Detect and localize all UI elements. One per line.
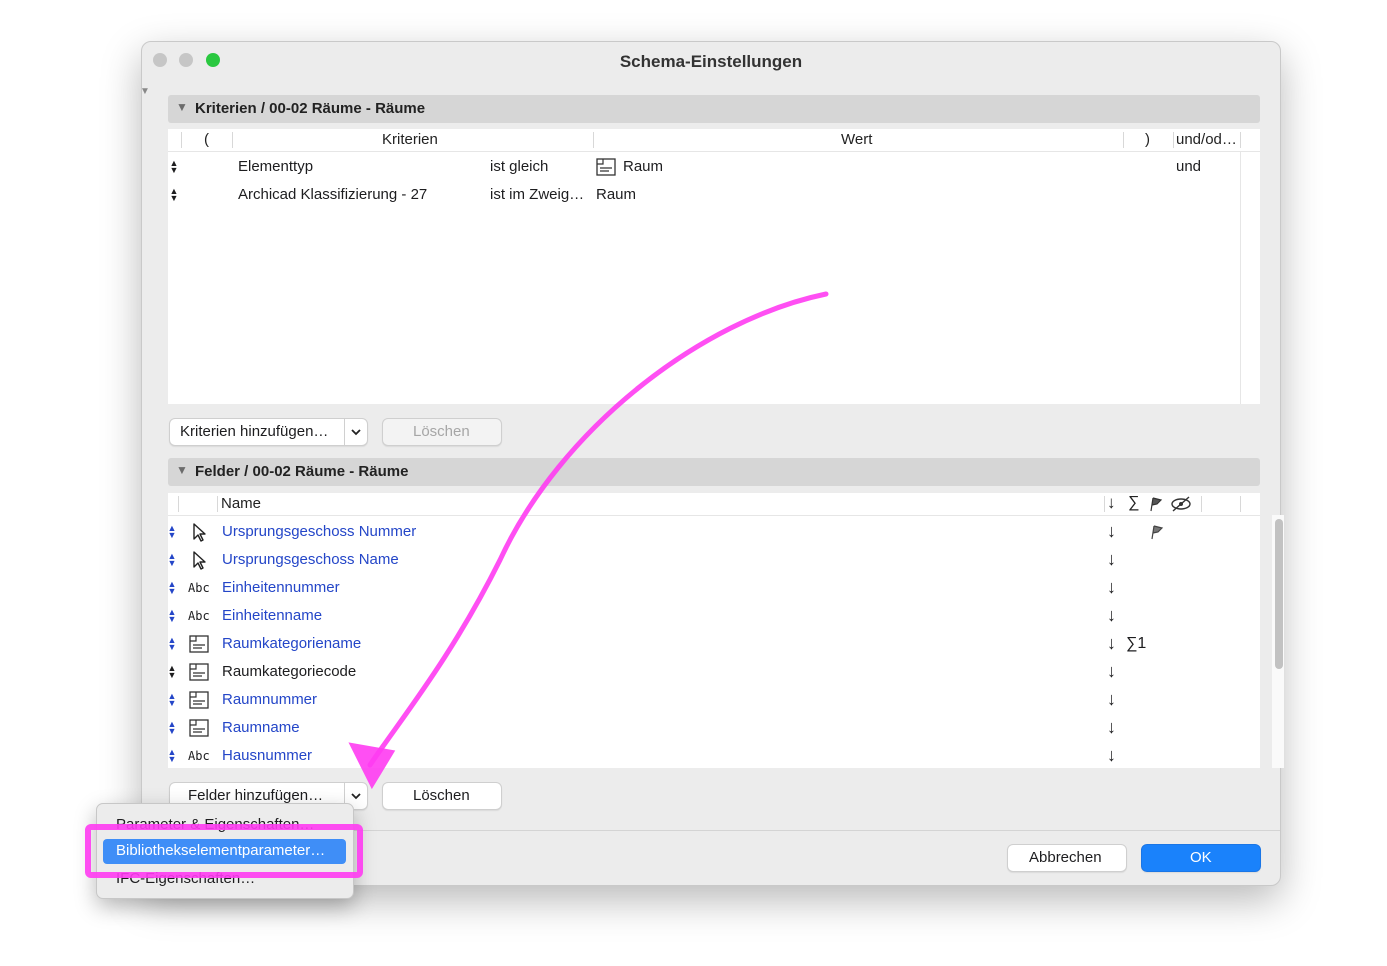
reorder-handle-icon[interactable]: ▲ ▼ — [167, 552, 177, 568]
sort-arrow-icon[interactable]: ↓ — [1107, 745, 1116, 766]
sort-arrow-icon[interactable]: ↓ — [1107, 661, 1116, 682]
add-criteria-button[interactable]: Kriterien hinzufügen… — [169, 418, 368, 446]
add-fields-dropdown-menu: Parameter & Eigenschaften… Bibliotheksel… — [96, 803, 354, 899]
criteria-and-or[interactable]: und — [1176, 158, 1201, 175]
hidden-eye-icon[interactable] — [1170, 496, 1192, 512]
sort-column-icon[interactable]: ↓ — [1107, 493, 1116, 513]
resize-triangle-icon: ▼ — [140, 86, 150, 97]
open-paren-column[interactable]: ( — [204, 131, 209, 148]
chevron-down-icon[interactable] — [344, 419, 367, 445]
field-row[interactable]: ▲ ▼ Raumkategoriecode ↓ — [168, 659, 1268, 685]
field-row[interactable]: ▲ ▼ Ursprungsgeschoss Name ↓ — [168, 547, 1268, 573]
cursor-arrow-icon — [191, 550, 207, 575]
field-row[interactable]: ▲ ▼ Abc Hausnummer ↓ — [168, 743, 1268, 769]
reorder-handle-icon[interactable]: ▲ ▼ — [167, 664, 177, 680]
abc-text-icon: Abc — [188, 581, 210, 595]
criteria-section-title: Kriterien / 00-02 Räume - Räume — [195, 100, 426, 117]
field-name[interactable]: Raumnummer — [222, 691, 317, 708]
and-or-column[interactable]: und/od… — [1176, 131, 1237, 148]
fields-table: Name ↓ ∑ ▲ ▼ Ursprungsgeschoss Nummer ↓ ▲ ▼ Ur… — [168, 493, 1284, 768]
field-name[interactable]: Raumkategoriecode — [222, 663, 356, 680]
criteria-name: Elementtyp — [238, 158, 314, 175]
field-row[interactable]: ▲ ▼ Raumnummer ↓ — [168, 687, 1268, 713]
reorder-handle-icon[interactable]: ▲ ▼ — [167, 636, 177, 652]
reorder-handle-icon[interactable]: ▲ ▼ — [169, 187, 179, 203]
flag-icon[interactable] — [1149, 524, 1165, 540]
field-name[interactable]: Raumname — [222, 719, 300, 736]
ok-button[interactable]: OK — [1141, 844, 1261, 872]
close-paren-column[interactable]: ) — [1145, 131, 1150, 148]
title-bar: Schema-Einstellungen — [142, 42, 1280, 80]
field-row[interactable]: ▲ ▼ Ursprungsgeschoss Nummer ↓ — [168, 519, 1268, 545]
menu-item-library-parameters[interactable]: Bibliothekselementparameter… — [103, 839, 346, 864]
field-name[interactable]: Einheitenname — [222, 607, 322, 624]
delete-fields-button[interactable]: Löschen — [382, 782, 502, 810]
reorder-handle-icon[interactable]: ▲ ▼ — [167, 608, 177, 624]
room-stamp-icon — [188, 718, 210, 743]
criteria-name: Archicad Klassifizierung - 27 — [238, 186, 428, 203]
flag-column-icon[interactable] — [1148, 496, 1164, 512]
menu-item-ifc-properties[interactable]: IFC-Eigenschaften… — [116, 870, 255, 887]
field-name[interactable]: Ursprungsgeschoss Name — [222, 551, 399, 568]
sort-arrow-icon[interactable]: ↓ — [1107, 633, 1116, 654]
scrollbar-thumb[interactable] — [1275, 519, 1283, 669]
criteria-table-header: ( Kriterien Wert ) und/od… — [168, 129, 1260, 152]
fields-scrollbar[interactable] — [1271, 515, 1284, 768]
criteria-table: ( Kriterien Wert ) und/od… ▲ ▼ Elementtyp… — [168, 129, 1260, 404]
sort-arrow-icon[interactable]: ↓ — [1107, 549, 1116, 570]
menu-item-parameters[interactable]: Parameter & Eigenschaften… — [116, 816, 314, 833]
criteria-value[interactable]: Raum — [623, 158, 663, 175]
room-stamp-icon — [188, 634, 210, 659]
criteria-operator[interactable]: ist gleich — [490, 158, 548, 175]
reorder-handle-icon[interactable]: ▲ ▼ — [167, 692, 177, 708]
reorder-handle-icon[interactable]: ▲ ▼ — [167, 524, 177, 540]
reorder-handle-icon[interactable]: ▲ ▼ — [167, 580, 177, 596]
room-stamp-icon — [188, 662, 210, 687]
field-name[interactable]: Hausnummer — [222, 747, 312, 764]
sort-arrow-icon[interactable]: ↓ — [1107, 689, 1116, 710]
sort-arrow-icon[interactable]: ↓ — [1107, 605, 1116, 626]
value-column[interactable]: Wert — [841, 131, 872, 148]
sort-arrow-icon[interactable]: ↓ — [1107, 521, 1116, 542]
disclosure-triangle-icon[interactable]: ▼ — [176, 463, 188, 477]
reorder-handle-icon[interactable]: ▲ ▼ — [167, 748, 177, 764]
field-name[interactable]: Ursprungsgeschoss Nummer — [222, 523, 416, 540]
abc-text-icon: Abc — [188, 609, 210, 623]
field-row[interactable]: ▲ ▼ Raumname ↓ — [168, 715, 1268, 741]
name-column[interactable]: Name — [221, 495, 261, 512]
field-row[interactable]: ▲ ▼ Abc Einheitennummer ↓ — [168, 575, 1268, 601]
reorder-handle-icon[interactable]: ▲ ▼ — [167, 720, 177, 736]
sum-column-icon[interactable]: ∑ — [1128, 494, 1139, 512]
fields-section-header[interactable]: ▼ Felder / 00-02 Räume - Räume — [168, 458, 1260, 486]
settings-dialog: Schema-Einstellungen ▼ ▼ Kriterien / 00-… — [140, 41, 1284, 886]
criteria-operator[interactable]: ist im Zweig… — [490, 186, 584, 203]
room-stamp-icon — [596, 158, 616, 176]
sort-arrow-icon[interactable]: ↓ — [1107, 717, 1116, 738]
cursor-arrow-icon — [191, 522, 207, 547]
criteria-row[interactable]: ▲ ▼ Elementtyp ist gleich Raum und — [168, 155, 1240, 179]
field-name[interactable]: Einheitennummer — [222, 579, 340, 596]
criteria-column[interactable]: Kriterien — [382, 131, 438, 148]
delete-criteria-button[interactable]: Löschen — [382, 418, 502, 446]
field-row[interactable]: ▲ ▼ Abc Einheitenname ↓ — [168, 603, 1268, 629]
reorder-handle-icon[interactable]: ▲ ▼ — [169, 159, 179, 175]
window-title: Schema-Einstellungen — [619, 52, 803, 71]
criteria-value[interactable]: Raum — [596, 186, 636, 203]
sort-arrow-icon[interactable]: ↓ — [1107, 577, 1116, 598]
disclosure-triangle-icon[interactable]: ▼ — [176, 100, 188, 114]
abc-text-icon: Abc — [188, 749, 210, 763]
field-name[interactable]: Raumkategoriename — [222, 635, 361, 652]
fields-section-title: Felder / 00-02 Räume - Räume — [195, 463, 409, 480]
room-stamp-icon — [188, 690, 210, 715]
fields-table-header: Name ↓ ∑ — [168, 493, 1260, 516]
sum-indicator[interactable]: ∑1 — [1126, 635, 1146, 653]
cancel-button[interactable]: Abbrechen — [1007, 844, 1127, 872]
criteria-row[interactable]: ▲ ▼ Archicad Klassifizierung - 27 ist im … — [168, 183, 1240, 207]
field-row[interactable]: ▲ ▼ Raumkategoriename ↓ ∑1 — [168, 631, 1268, 657]
criteria-section-header[interactable]: ▼ Kriterien / 00-02 Räume - Räume — [168, 95, 1260, 123]
